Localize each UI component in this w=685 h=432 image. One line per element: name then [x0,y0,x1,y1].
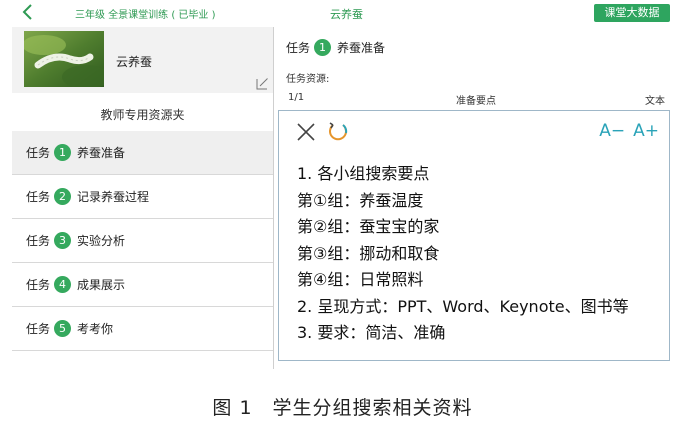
task-number-badge: 5 [54,320,72,337]
task-label: 养蚕准备 [77,146,126,160]
resource-name: 准备要点 [456,96,496,107]
task-item-4[interactable]: 任务 4 成果展示 [12,263,273,307]
resource-type: 文本 [645,96,665,107]
rotate-icon[interactable] [327,121,349,143]
panel-divider [273,27,274,369]
font-increase-button[interactable]: A+ [633,121,659,141]
document-content: 1. 各小组搜索要点 第①组：养蚕温度 第②组：蚕宝宝的家 第③组：挪动和取食 … [297,161,667,347]
font-size-controls: A− A+ [599,121,659,141]
doc-line: 第③组：挪动和取食 [297,243,440,263]
course-card[interactable]: 云养蚕 [12,27,273,93]
task-prefix: 任务 [26,146,51,160]
task-number-badge: 1 [314,39,332,56]
doc-line: 2. 呈现方式：PPT、Word、Keynote、图书等 [297,296,629,316]
document-viewer: A− A+ 1. 各小组搜索要点 第①组：养蚕温度 第②组：蚕宝宝的家 第③组：… [278,110,670,361]
task-prefix: 任务 [286,41,311,55]
doc-line: 第②组：蚕宝宝的家 [297,217,440,236]
course-name: 云养蚕 [116,55,153,69]
class-title: 三年级 全景课堂训练 ( 已毕业 ) [75,10,216,21]
task-item-1[interactable]: 任务 1 养蚕准备 [12,131,273,175]
task-prefix: 任务 [26,322,51,336]
task-list: 任务 1 养蚕准备 任务 2 记录养蚕过程 任务 3 实验分析 任务 4 成果展… [12,131,273,351]
task-label: 考考你 [77,322,114,336]
course-thumbnail [24,31,104,87]
task-label: 记录养蚕过程 [77,190,150,204]
edit-icon[interactable] [256,77,269,90]
task-number-badge: 1 [54,144,72,161]
task-item-3[interactable]: 任务 3 实验分析 [12,219,273,263]
doc-line: 第④组：日常照料 [297,270,424,289]
task-prefix: 任务 [26,190,51,204]
teacher-folder-label: 教师专用资源夹 [100,108,185,122]
task-number-badge: 4 [54,276,72,293]
task-number-badge: 2 [54,188,72,205]
silkworm-image [24,31,104,87]
resource-label: 任务资源: [286,74,330,85]
resource-page: 1/1 [288,92,305,103]
task-label: 成果展示 [77,278,126,292]
viewer-toolbar [295,121,349,143]
task-prefix: 任务 [26,234,51,248]
task-title: 养蚕准备 [337,41,386,55]
task-item-2[interactable]: 任务 2 记录养蚕过程 [12,175,273,219]
task-label: 实验分析 [77,234,126,248]
back-icon[interactable] [18,2,38,22]
left-panel: 云养蚕 教师专用资源夹 任务 1 养蚕准备 任务 2 记录养蚕过程 任务 3 实… [12,27,273,369]
task-detail-title: 任务 1 养蚕准备 [286,39,385,56]
doc-line: 1. 各小组搜索要点 [297,164,430,183]
figure-caption: 图 1 学生分组搜索相关资料 [212,397,473,419]
doc-line: 第①组：养蚕温度 [297,190,424,210]
resource-row[interactable]: 1/1 准备要点 文本 [278,90,673,108]
task-prefix: 任务 [26,278,51,292]
top-bar: 三年级 全景课堂训练 ( 已毕业 ) 云养蚕 课堂大数据 [0,0,685,26]
font-decrease-button[interactable]: A− [599,121,625,141]
class-bigdata-button[interactable]: 课堂大数据 [594,4,670,22]
task-item-5[interactable]: 任务 5 考考你 [12,307,273,351]
app-title: 云养蚕 [330,8,363,21]
task-number-badge: 3 [54,232,72,249]
doc-line: 3. 要求：简洁、准确 [297,323,446,342]
close-icon[interactable] [295,121,317,143]
